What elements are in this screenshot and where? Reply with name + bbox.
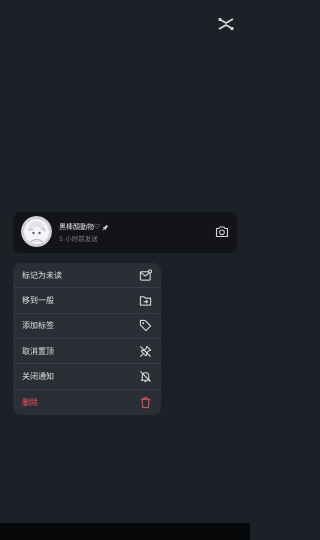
- chat-timestamp: 5 小时前发送: [59, 235, 98, 243]
- chat-preview-card[interactable]: 黑棒顏動物♡ 5 小时前发送: [13, 212, 237, 253]
- menu-item-label: 取消置顶: [22, 346, 54, 356]
- menu-item-delete[interactable]: 删除: [13, 390, 161, 415]
- trash-icon: [140, 397, 151, 408]
- menu-item-label: 移到一般: [22, 295, 54, 305]
- context-menu: 标记为未读 移到一般 添加标签 取消置顶 关闭通知 删除: [13, 263, 161, 415]
- capcut-logo-icon: [218, 18, 234, 30]
- unpin-icon: [140, 345, 152, 357]
- camera-icon[interactable]: [215, 225, 229, 238]
- menu-item-unpin[interactable]: 取消置顶: [13, 339, 161, 365]
- menu-item-mark-unread[interactable]: 标记为未读: [13, 263, 161, 289]
- menu-item-label: 标记为未读: [22, 270, 62, 280]
- chat-name-text: 黑棒顏動物♡: [59, 223, 101, 231]
- menu-item-move-general[interactable]: 移到一般: [13, 288, 161, 314]
- bottom-bar: [0, 523, 250, 540]
- menu-item-add-tag[interactable]: 添加标签: [13, 314, 161, 339]
- tag-icon: [139, 320, 152, 332]
- menu-item-label: 删除: [22, 397, 38, 407]
- mark-unread-icon: [139, 269, 152, 281]
- menu-item-mute-notifications[interactable]: 关闭通知: [13, 364, 161, 390]
- pin-icon: [102, 224, 109, 231]
- bell-off-icon: [140, 371, 151, 383]
- move-folder-icon: [139, 296, 152, 306]
- chat-name: 黑棒顏動物♡: [59, 222, 109, 232]
- screen: 黑棒顏動物♡ 5 小时前发送 标记为未读 移到一般 添加标签 取消置顶 关闭通知…: [0, 0, 250, 540]
- menu-item-label: 关闭通知: [22, 371, 54, 381]
- avatar: [21, 216, 52, 247]
- menu-item-label: 添加标签: [22, 321, 54, 331]
